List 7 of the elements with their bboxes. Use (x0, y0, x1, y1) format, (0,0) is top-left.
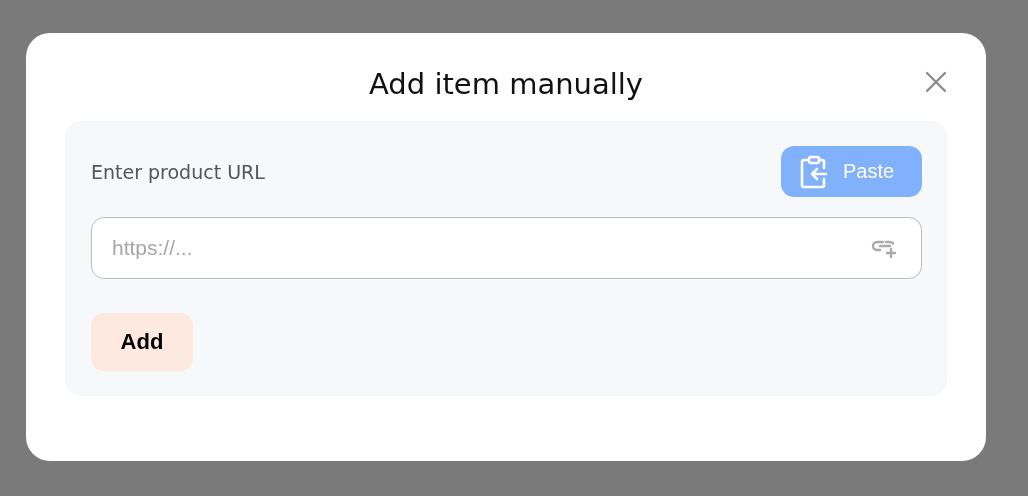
add-button[interactable]: Add (91, 313, 193, 371)
url-label: Enter product URL (91, 160, 265, 183)
dialog-title: Add item manually (369, 67, 643, 101)
close-button[interactable] (923, 69, 949, 95)
link-plus-icon (870, 238, 898, 258)
clipboard-arrow-icon (799, 154, 829, 189)
url-field[interactable]: https://... (91, 217, 922, 279)
